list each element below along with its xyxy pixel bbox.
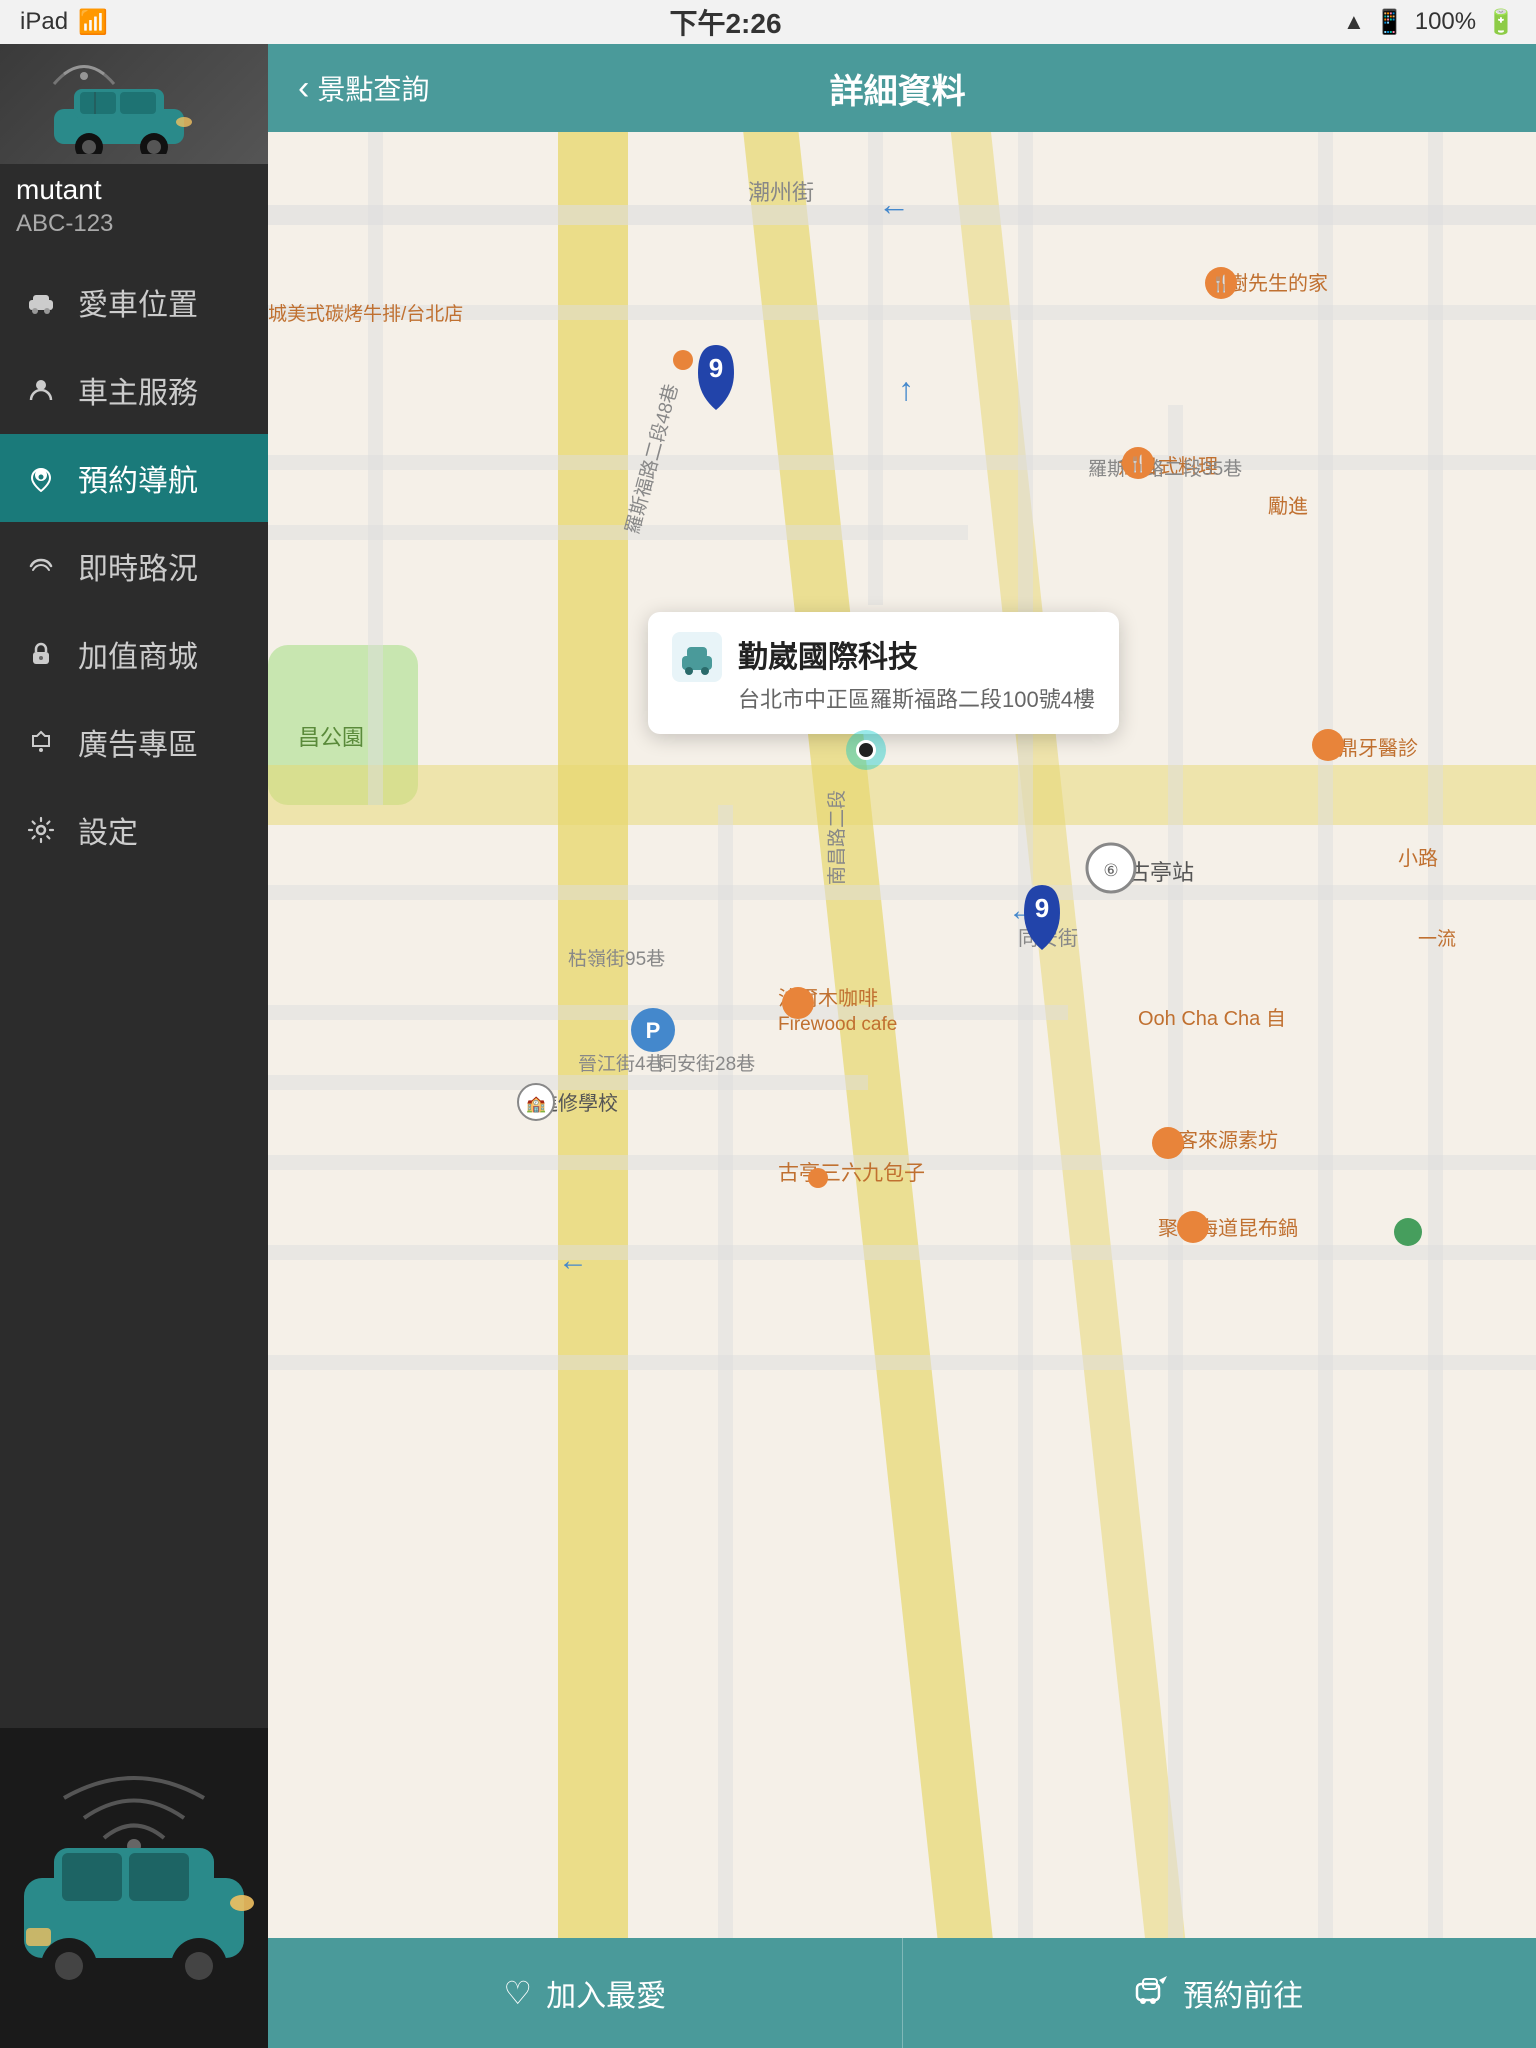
svg-text:🏫: 🏫 (526, 1096, 546, 1113)
svg-text:9: 9 (709, 353, 723, 383)
svg-text:↑: ↑ (898, 371, 914, 407)
gear-icon (24, 813, 58, 847)
chevron-left-icon: ‹ (298, 69, 309, 108)
svg-text:枯嶺街95巷: 枯嶺街95巷 (568, 948, 665, 970)
svg-text:一流: 一流 (1418, 928, 1456, 950)
svg-text:同安街28巷: 同安街28巷 (658, 1053, 755, 1075)
navigate-label: 預約前往 (1183, 1971, 1303, 2015)
pin-icon (24, 461, 58, 495)
dot-outer (846, 730, 886, 770)
traffic-icon (24, 549, 58, 583)
popup-car-icon (672, 632, 722, 682)
sidebar-item-label: 加值商城 (78, 632, 198, 676)
dot-inner (856, 740, 876, 760)
sidebar-item-owner-service[interactable]: 車主服務 (0, 346, 268, 434)
sidebar-item-label: 即時路況 (78, 544, 198, 588)
sidebar-item-traffic[interactable]: 即時路況 (0, 522, 268, 610)
sidebar-item-label: 設定 (78, 808, 138, 852)
svg-text:小路: 小路 (1398, 847, 1438, 870)
navigate-icon (1135, 1972, 1169, 2014)
sidebar-bottom-illustration (0, 1728, 268, 2048)
map-area[interactable]: 昌公園 (268, 132, 1536, 1938)
sidebar-item-store[interactable]: 加值商城 (0, 610, 268, 698)
svg-text:←: ← (878, 186, 910, 222)
sidebar-item-label: 預約導航 (78, 456, 198, 500)
sidebar-item-label: 車主服務 (78, 368, 198, 412)
wifi-icon: 📶 (78, 8, 108, 37)
sidebar-item-ads[interactable]: 廣告專區 (0, 698, 268, 786)
lock-icon (24, 637, 58, 671)
svg-text:南昌路二段: 南昌路二段 (826, 790, 848, 885)
sidebar-item-car-location[interactable]: 愛車位置 (0, 258, 268, 346)
svg-text:🍴: 🍴 (1211, 274, 1231, 293)
map-popup: 勤崴國際科技 台北市中正區羅斯福路二段100號4樓 (648, 612, 1119, 734)
sidebar-item-label: 廣告專區 (78, 720, 198, 764)
status-bar: iPad 📶 下午2:26 ▲ 📱 100% 🔋 (0, 0, 1536, 44)
svg-text:客來源素坊: 客來源素坊 (1178, 1129, 1278, 1152)
car-image-top (0, 44, 268, 164)
profile-info: mutant ABC-123 (0, 164, 268, 248)
svg-text:羅斯福路二段35巷: 羅斯福路二段35巷 (1088, 458, 1242, 480)
svg-text:古亭三六九包子: 古亭三六九包子 (778, 1162, 925, 1185)
profile-plate: ABC-123 (16, 210, 252, 238)
favorite-label: 加入最愛 (546, 1971, 666, 2015)
popup-title: 勤崴國際科技 (738, 632, 1095, 676)
svg-text:⑥: ⑥ (1103, 861, 1118, 880)
battery-label: 100% (1415, 8, 1476, 36)
svg-text:勵進: 勵進 (1268, 495, 1308, 518)
svg-text:昌公園: 昌公園 (298, 725, 364, 750)
location-icon: ▲ (1343, 9, 1365, 35)
svg-text:晉江街4巷: 晉江街4巷 (578, 1053, 665, 1075)
battery-icon: 🔋 (1486, 8, 1516, 37)
sidebar-item-settings[interactable]: 設定 (0, 786, 268, 874)
svg-text:城美式碳烤牛排/台北店: 城美式碳烤牛排/台北店 (268, 303, 463, 325)
svg-text:P: P (646, 1018, 661, 1043)
svg-text:🍴: 🍴 (1128, 454, 1148, 473)
svg-text:9: 9 (1035, 893, 1049, 923)
back-button[interactable]: ‹ 景點查詢 (298, 68, 429, 108)
sidebar: mutant ABC-123 愛車位置 (0, 44, 268, 2048)
sidebar-item-nav-booking[interactable]: 預約導航 (0, 434, 268, 522)
header: ‹ 景點查詢 詳細資料 (268, 44, 1536, 132)
popup-address: 台北市中正區羅斯福路二段100號4樓 (738, 682, 1095, 714)
sidebar-item-label: 愛車位置 (78, 280, 198, 324)
svg-text:潮州街: 潮州街 (748, 180, 814, 205)
person-icon (24, 373, 58, 407)
bluetooth-icon: 📱 (1375, 8, 1405, 37)
svg-text:古亭站: 古亭站 (1128, 860, 1194, 885)
svg-text:Ooh Cha Cha 自: Ooh Cha Cha 自 (1138, 1007, 1286, 1030)
bottom-bar: ♡ 加入最愛 預約前往 (268, 1938, 1536, 2048)
popup-content: 勤崴國際科技 台北市中正區羅斯福路二段100號4樓 (738, 632, 1095, 714)
heart-icon: ♡ (503, 1974, 532, 2012)
svg-text:←: ← (558, 1244, 588, 1277)
sidebar-nav: 愛車位置 車主服務 (0, 248, 268, 1728)
location-dot (846, 730, 886, 770)
car-icon (24, 285, 58, 319)
back-label: 景點查詢 (317, 68, 429, 108)
bell-icon (24, 725, 58, 759)
profile-username: mutant (16, 174, 252, 206)
device-label: iPad (20, 8, 68, 36)
time-display: 下午2:26 (669, 2, 781, 42)
navigate-button[interactable]: 預約前往 (903, 1938, 1536, 2048)
favorite-button[interactable]: ♡ 加入最愛 (268, 1938, 903, 2048)
content-area: ‹ 景點查詢 詳細資料 昌公園 (268, 44, 1536, 2048)
header-title: 詳細資料 (429, 64, 1366, 113)
